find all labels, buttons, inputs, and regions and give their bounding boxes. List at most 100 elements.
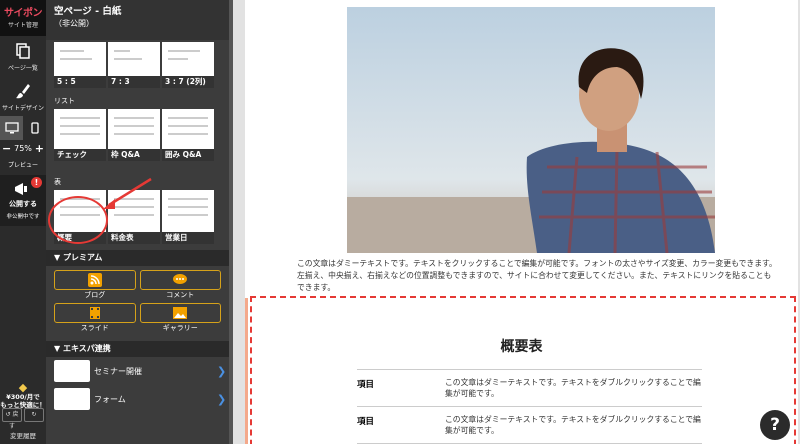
rss-icon [87, 273, 102, 287]
list-thumb-check[interactable]: チェック [54, 109, 106, 161]
brand-sub: サイト管理 [7, 22, 38, 29]
premium-slide[interactable]: スライド [54, 303, 136, 333]
thumb-preview [114, 117, 154, 141]
alert-badge: ! [31, 177, 42, 188]
layout-thumb-55[interactable]: 5 : 5 [54, 42, 106, 88]
change-history-link[interactable]: 変更履歴 [0, 430, 46, 440]
redo-button[interactable]: ↻ [24, 408, 44, 422]
list-thumb-box-qa[interactable]: 囲み Q&A [162, 109, 214, 161]
page-status: （非公開） [54, 19, 94, 28]
expa-header[interactable]: ▼ エキスパ連携 [46, 341, 229, 357]
thumb-label: 7 : 3 [108, 76, 160, 88]
redo-icon: ↻ [31, 411, 37, 418]
layout-thumbs: 5 : 5 7 : 3 3 : 7 (2列) [46, 42, 229, 88]
layout-thumb-73[interactable]: 7 : 3 [108, 42, 160, 88]
thumb-preview [114, 50, 154, 66]
left-toolbar: サイポン サイト管理 ページ一覧 サイトデザイン − 75% + プレビュー !… [0, 0, 46, 444]
promo-line1: ¥300/月で [6, 393, 40, 401]
slide-button[interactable] [54, 303, 136, 323]
pages-label: ページ一覧 [8, 65, 38, 72]
publish-status: 非公開中です [6, 214, 40, 220]
panel-header: 空ページ - 白紙 （非公開） [46, 0, 229, 40]
thumb-label: 枠 Q&A [108, 149, 160, 161]
ext-item-form[interactable]: フォーム ❯ [46, 385, 229, 413]
thumb-preview [60, 50, 100, 66]
thumb-label: 5 : 5 [54, 76, 106, 88]
thumb-label: 料金表 [108, 232, 160, 244]
table-title[interactable]: 概要表 [245, 336, 798, 356]
zoom-control: − 75% + [0, 140, 46, 156]
site-design-button[interactable]: サイトデザイン [0, 76, 46, 116]
form-thumb [54, 388, 90, 410]
row-value[interactable]: この文章はダミーテキストです。テキストをダブルクリックすることで編集が可能です。 [445, 414, 702, 436]
comment-icon [173, 274, 188, 284]
brush-icon [16, 84, 30, 99]
premium-header[interactable]: ▼ プレミアム [46, 250, 229, 266]
table-row[interactable]: 項目 この文章はダミーテキストです。テキストをダブルクリックすることで編集が可能… [357, 407, 702, 444]
row-key[interactable]: 項目 [357, 377, 445, 399]
undo-button[interactable]: ↺ 戻す [2, 408, 22, 430]
thumb-preview [168, 50, 208, 66]
comment-button[interactable] [139, 270, 221, 290]
premium-blog[interactable]: ブログ [54, 270, 136, 300]
thumb-label: チェック [54, 149, 106, 161]
zoom-in-button[interactable]: + [35, 142, 44, 155]
mobile-view-button[interactable] [23, 116, 46, 140]
gallery-label: ギャラリー [162, 324, 198, 332]
blog-button[interactable] [54, 270, 136, 290]
undo-label: 戻す [8, 411, 19, 430]
annotation-arrow [103, 177, 152, 209]
slide-label: スライド [80, 324, 109, 332]
layout-thumb-37[interactable]: 3 : 7 (2列) [162, 42, 214, 88]
expa-header-label: エキスパ連携 [62, 344, 111, 353]
desktop-icon [4, 122, 19, 134]
site-logo[interactable]: サイポン サイト管理 [0, 0, 46, 36]
publish-button[interactable]: ! 公開する 非公開中です [0, 175, 46, 226]
desktop-view-button[interactable] [0, 116, 23, 140]
undo-redo: ↺ 戻す ↻ [0, 408, 46, 430]
row-value[interactable]: この文章はダミーテキストです。テキストをダブルクリックすることで編集が可能です。 [445, 377, 702, 399]
comment-label: コメント [166, 291, 195, 299]
hero-photo[interactable] [347, 7, 715, 253]
premium-comment[interactable]: コメント [139, 270, 221, 300]
selection-gutter [245, 298, 248, 444]
chevron-right-icon: ❯ [217, 364, 227, 378]
list-thumbs: チェック 枠 Q&A 囲み Q&A [46, 109, 229, 161]
body-text[interactable]: この文章はダミーテキストです。テキストをクリックすることで編集が可能です。フォン… [297, 258, 777, 294]
premium-grid: ブログ コメント スライド ギャラリー [46, 266, 229, 337]
gallery-button[interactable] [139, 303, 221, 323]
seminar-label: セミナー開催 [94, 366, 142, 376]
editor-canvas: この文章はダミーテキストです。テキストをクリックすることで編集が可能です。フォン… [233, 0, 800, 444]
table-thumb-business-days[interactable]: 営業日 [162, 190, 214, 244]
blog-label: ブログ [84, 291, 106, 299]
upgrade-promo[interactable]: ◆ ¥300/月で もっと快適に！ [0, 382, 46, 409]
page-title: 空ページ - 白紙 [54, 6, 122, 17]
table-row[interactable]: 項目 この文章はダミーテキストです。テキストをダブルクリックすることで編集が可能… [357, 370, 702, 407]
page-preview: この文章はダミーテキストです。テキストをクリックすることで編集が可能です。フォン… [245, 0, 798, 444]
zoom-level: 75% [14, 143, 32, 153]
premium-gallery[interactable]: ギャラリー [139, 303, 221, 333]
chevron-down-icon: ▼ [54, 344, 61, 353]
list-thumb-frame-qa[interactable]: 枠 Q&A [108, 109, 160, 161]
pages-icon [16, 43, 30, 59]
thumb-label: 囲み Q&A [162, 149, 214, 161]
ext-item-seminar[interactable]: セミナー開催 ❯ [46, 357, 229, 385]
megaphone-icon [15, 183, 27, 195]
thumb-preview [168, 198, 208, 222]
design-label: サイトデザイン [1, 105, 44, 112]
preview-button[interactable]: プレビュー [0, 156, 46, 175]
publish-label: 公開する [9, 200, 37, 208]
premium-header-label: プレミアム [62, 253, 103, 262]
undo-icon: ↺ [5, 411, 11, 418]
chevron-down-icon: ▼ [54, 253, 61, 262]
mobile-icon [30, 122, 39, 134]
form-label: フォーム [94, 394, 126, 404]
seminar-thumb [54, 360, 90, 382]
device-switcher [0, 116, 46, 140]
page-list-button[interactable]: ページ一覧 [0, 36, 46, 76]
row-key[interactable]: 項目 [357, 414, 445, 436]
zoom-out-button[interactable]: − [2, 142, 11, 155]
help-button[interactable]: ? [760, 410, 790, 440]
thumb-preview [60, 117, 100, 141]
image-icon [173, 307, 188, 319]
